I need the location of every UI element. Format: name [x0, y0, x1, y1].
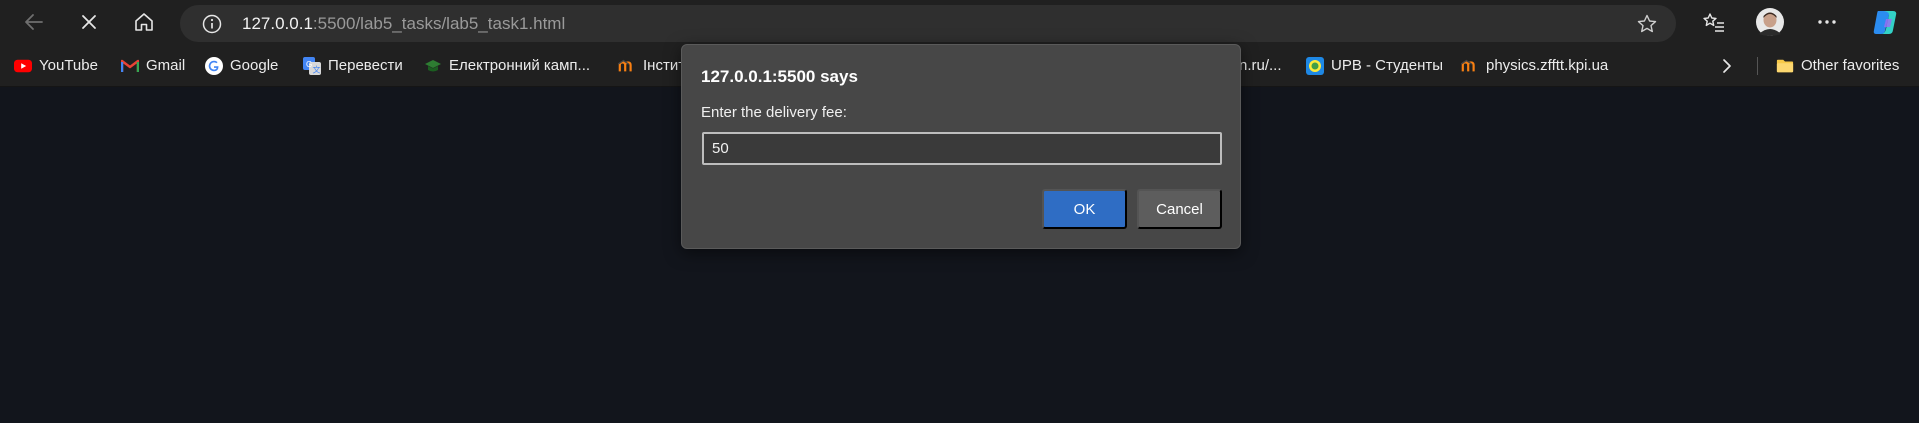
star-icon[interactable] — [1636, 13, 1658, 40]
moodle-icon — [1461, 57, 1479, 75]
graduation-cap-icon — [424, 57, 442, 75]
bookmark-label: physics.zfftt.kpi.ua — [1486, 57, 1609, 74]
cancel-button[interactable]: Cancel — [1137, 189, 1222, 229]
back-arrow-icon[interactable] — [18, 6, 50, 38]
folder-icon — [1776, 57, 1794, 75]
bookmark-youtube[interactable]: YouTube — [14, 44, 98, 87]
bookmark-label: Перевести — [328, 57, 403, 74]
bookmark-label: Google — [230, 57, 279, 74]
dialog-title: 127.0.0.1:5500 says — [701, 67, 858, 86]
translate-icon: G文 — [303, 56, 321, 75]
gmail-icon — [121, 57, 139, 75]
bookmark-gmail[interactable]: Gmail — [121, 44, 185, 87]
svg-text:G: G — [306, 60, 312, 69]
bookmark-label: Інстит — [643, 57, 686, 74]
chevron-right-icon[interactable] — [1721, 44, 1733, 87]
bookmark-label: UPB - Студенты — [1331, 57, 1444, 74]
upb-icon — [1306, 56, 1324, 75]
bookmark-physics[interactable]: physics.zfftt.kpi.ua — [1461, 44, 1608, 87]
dialog-message: Enter the delivery fee: — [701, 104, 847, 121]
browser-toolbar: 127.0.0.1:5500/lab5_tasks/lab5_task1.htm… — [0, 0, 1919, 44]
ok-button[interactable]: OK — [1042, 189, 1127, 229]
copilot-icon[interactable] — [1869, 6, 1901, 38]
other-favorites-label: Other favorites — [1801, 57, 1900, 74]
moodle-icon — [618, 57, 636, 75]
url-path: :5500/lab5_tasks/lab5_task1.html — [312, 14, 566, 33]
bookmark-google[interactable]: Google — [205, 44, 278, 87]
bookmark-label: Електронний камп... — [449, 57, 591, 74]
bookmark-institute[interactable]: Інстит — [618, 44, 685, 87]
bookmark-label: n.ru/... — [1239, 57, 1282, 74]
bookmark-partial[interactable]: n.ru/... — [1239, 44, 1282, 87]
home-icon[interactable] — [128, 6, 160, 38]
address-bar[interactable]: 127.0.0.1:5500/lab5_tasks/lab5_task1.htm… — [180, 5, 1676, 42]
avatar[interactable] — [1754, 6, 1786, 38]
svg-text:文: 文 — [313, 64, 321, 74]
bookmark-translate[interactable]: G文 Перевести — [303, 44, 403, 87]
bookmarks-divider — [1757, 57, 1758, 75]
prompt-dialog: 127.0.0.1:5500 says Enter the delivery f… — [681, 44, 1241, 249]
more-icon[interactable] — [1811, 6, 1843, 38]
favorites-list-icon[interactable] — [1698, 6, 1730, 38]
other-favorites[interactable]: Other favorites — [1776, 44, 1899, 87]
bookmark-campus[interactable]: Електронний камп... — [424, 44, 590, 87]
youtube-icon — [14, 57, 32, 75]
google-icon — [205, 56, 223, 75]
info-icon[interactable] — [202, 14, 222, 34]
bookmark-label: Gmail — [146, 57, 186, 74]
close-icon[interactable] — [73, 6, 105, 38]
bookmark-label: YouTube — [39, 57, 98, 74]
bookmark-upb[interactable]: UPB - Студенты — [1306, 44, 1443, 87]
url-host: 127.0.0.1 — [242, 14, 313, 33]
url-text[interactable]: 127.0.0.1:5500/lab5_tasks/lab5_task1.htm… — [242, 5, 565, 42]
delivery-fee-input[interactable] — [702, 132, 1222, 165]
